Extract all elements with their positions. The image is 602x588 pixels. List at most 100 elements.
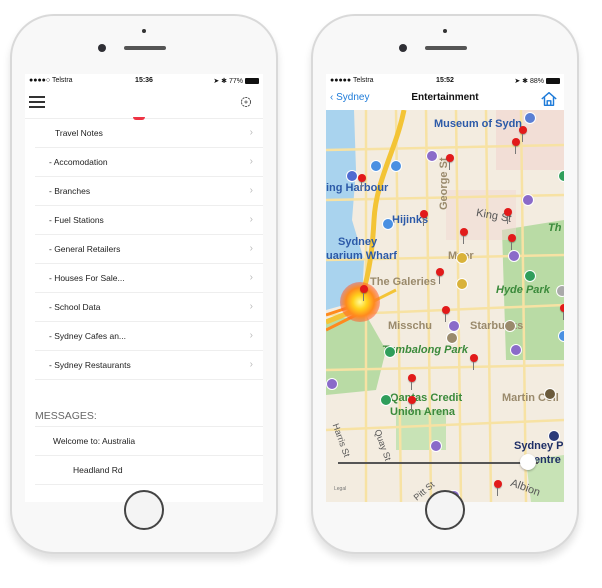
chevron-right-icon: › bbox=[249, 359, 253, 370]
cafe-icon[interactable] bbox=[504, 320, 516, 332]
menu-item-general-retailers[interactable]: - General Retailers › bbox=[35, 235, 263, 264]
map-pin[interactable] bbox=[494, 480, 502, 496]
map-pin[interactable] bbox=[408, 374, 416, 390]
menu-item-school-data[interactable]: - School Data › bbox=[35, 293, 263, 322]
map-label-misschu: Misschu bbox=[388, 320, 433, 332]
map-label-the: Th bbox=[548, 222, 562, 234]
status-time: 15:52 bbox=[436, 77, 454, 84]
hamburger-icon[interactable] bbox=[29, 96, 45, 108]
map-pin[interactable] bbox=[360, 285, 368, 301]
map-pin[interactable] bbox=[470, 354, 478, 370]
map-pin[interactable] bbox=[519, 126, 527, 142]
map-pin[interactable] bbox=[358, 174, 366, 190]
map-pin[interactable] bbox=[504, 208, 512, 224]
carrier-label: ●●●●● Telstra bbox=[330, 77, 374, 84]
map-label-sydney-po: Sydney Po bbox=[514, 440, 564, 452]
theatre-icon[interactable] bbox=[430, 440, 442, 452]
map-label-union-arena: Union Arena bbox=[390, 406, 455, 418]
poi-icon[interactable] bbox=[558, 330, 564, 342]
battery-percent: ➤ ✱ 77% bbox=[213, 78, 243, 85]
menu-item-fuel-stations[interactable]: - Fuel Stations › bbox=[35, 206, 263, 235]
message-text: Welcome to: Australia bbox=[53, 436, 136, 446]
menu-item-houses-for-sale[interactable]: - Houses For Sale... › bbox=[35, 264, 263, 293]
shopping-icon[interactable] bbox=[456, 278, 468, 290]
left-screen: ●●●●○ Telstra 15:36 ➤ ✱ 77% Travel Notes… bbox=[25, 74, 263, 502]
map-pin[interactable] bbox=[442, 306, 450, 322]
menu-item-travel-notes[interactable]: Travel Notes › bbox=[35, 119, 263, 148]
theatre-icon[interactable] bbox=[326, 378, 338, 390]
slider-track[interactable] bbox=[338, 462, 538, 464]
map-pin[interactable] bbox=[512, 138, 520, 154]
chevron-right-icon: › bbox=[249, 214, 253, 225]
shopping-icon[interactable] bbox=[456, 252, 468, 264]
poi-icon[interactable] bbox=[524, 112, 536, 124]
status-bar: ●●●●○ Telstra 15:36 ➤ ✱ 77% bbox=[25, 74, 263, 88]
menu-item-branches[interactable]: - Branches › bbox=[35, 177, 263, 206]
right-screen: ●●●●● Telstra 15:52 ➤ ✱ 88% ‹ Sydney Ent… bbox=[326, 74, 564, 502]
chevron-right-icon: › bbox=[249, 330, 253, 341]
battery-percent: ➤ ✱ 88% bbox=[514, 78, 544, 85]
back-button[interactable]: ‹ Sydney bbox=[330, 92, 369, 103]
menu-item-label: - Sydney Restaurants bbox=[49, 360, 131, 370]
map-label-aquarium: uarium Wharf bbox=[326, 250, 397, 262]
earpiece-speaker bbox=[425, 46, 467, 50]
poi-icon[interactable] bbox=[556, 285, 564, 297]
menu-item-sydney-restaurants[interactable]: - Sydney Restaurants › bbox=[35, 351, 263, 380]
front-camera bbox=[399, 44, 407, 52]
menu-item-sydney-cafes[interactable]: - Sydney Cafes an... › bbox=[35, 322, 263, 351]
nav-bar: ‹ Sydney Entertainment bbox=[326, 88, 564, 111]
proximity-sensor bbox=[142, 29, 146, 33]
legal-link[interactable]: Legal bbox=[334, 486, 346, 492]
home-button[interactable] bbox=[124, 490, 164, 530]
chevron-right-icon: › bbox=[249, 127, 253, 138]
fuel-icon[interactable] bbox=[390, 160, 402, 172]
arena-icon[interactable] bbox=[380, 394, 392, 406]
message-item[interactable]: Headland Rd bbox=[35, 456, 263, 485]
gear-icon[interactable] bbox=[239, 95, 253, 109]
status-bar: ●●●●● Telstra 15:52 ➤ ✱ 88% bbox=[326, 74, 564, 88]
map-label-hyde-park: Hyde Park bbox=[496, 284, 550, 296]
poi-icon[interactable] bbox=[548, 430, 560, 442]
map-pin[interactable] bbox=[436, 268, 444, 284]
map-pin[interactable] bbox=[560, 304, 564, 320]
theatre-icon[interactable] bbox=[522, 194, 534, 206]
map-pin[interactable] bbox=[460, 228, 468, 244]
menu-item-accomodation[interactable]: - Accomodation › bbox=[35, 148, 263, 177]
park-icon[interactable] bbox=[524, 270, 536, 282]
home-icon[interactable] bbox=[540, 90, 558, 108]
earpiece-speaker bbox=[124, 46, 166, 50]
theatre-icon[interactable] bbox=[508, 250, 520, 262]
chevron-right-icon: › bbox=[249, 185, 253, 196]
status-right: ➤ ✱ 77% bbox=[213, 77, 259, 85]
status-time: 15:36 bbox=[135, 77, 153, 84]
parking-icon[interactable] bbox=[370, 160, 382, 172]
menu-item-label: - Branches bbox=[49, 186, 91, 196]
park-icon[interactable] bbox=[384, 346, 396, 358]
slider-thumb[interactable] bbox=[520, 454, 536, 470]
theatre-icon[interactable] bbox=[510, 344, 522, 356]
message-text: Headland Rd bbox=[73, 465, 123, 475]
college-icon[interactable] bbox=[544, 388, 556, 400]
menu-item-label: - Sydney Cafes an... bbox=[49, 331, 127, 341]
menu-item-label: Travel Notes bbox=[55, 128, 103, 138]
menu-item-label: - Houses For Sale... bbox=[49, 273, 125, 283]
theatre-icon[interactable] bbox=[426, 150, 438, 162]
map-view[interactable]: Museum of Sydn ing Harbour Hijinks Georg… bbox=[326, 110, 564, 502]
home-button[interactable] bbox=[425, 490, 465, 530]
map-pin[interactable] bbox=[508, 234, 516, 250]
menu-item-label: - General Retailers bbox=[49, 244, 121, 254]
right-phone-frame: ●●●●● Telstra 15:52 ➤ ✱ 88% ‹ Sydney Ent… bbox=[311, 14, 579, 554]
map-pin[interactable] bbox=[420, 210, 428, 226]
poi-icon[interactable] bbox=[382, 218, 394, 230]
menu-item-label: - Fuel Stations bbox=[49, 215, 104, 225]
map-pin[interactable] bbox=[408, 396, 416, 412]
message-item[interactable]: Welcome to: Australia bbox=[35, 427, 263, 456]
map-label-museum: Museum of Sydn bbox=[434, 118, 523, 130]
poi-icon[interactable] bbox=[346, 170, 358, 182]
chevron-right-icon: › bbox=[249, 301, 253, 312]
poi-icon[interactable] bbox=[558, 170, 564, 182]
theatre-icon[interactable] bbox=[448, 320, 460, 332]
map-label-the-galeries: The Galeries bbox=[370, 276, 437, 288]
food-icon[interactable] bbox=[446, 332, 458, 344]
map-pin[interactable] bbox=[446, 154, 454, 170]
